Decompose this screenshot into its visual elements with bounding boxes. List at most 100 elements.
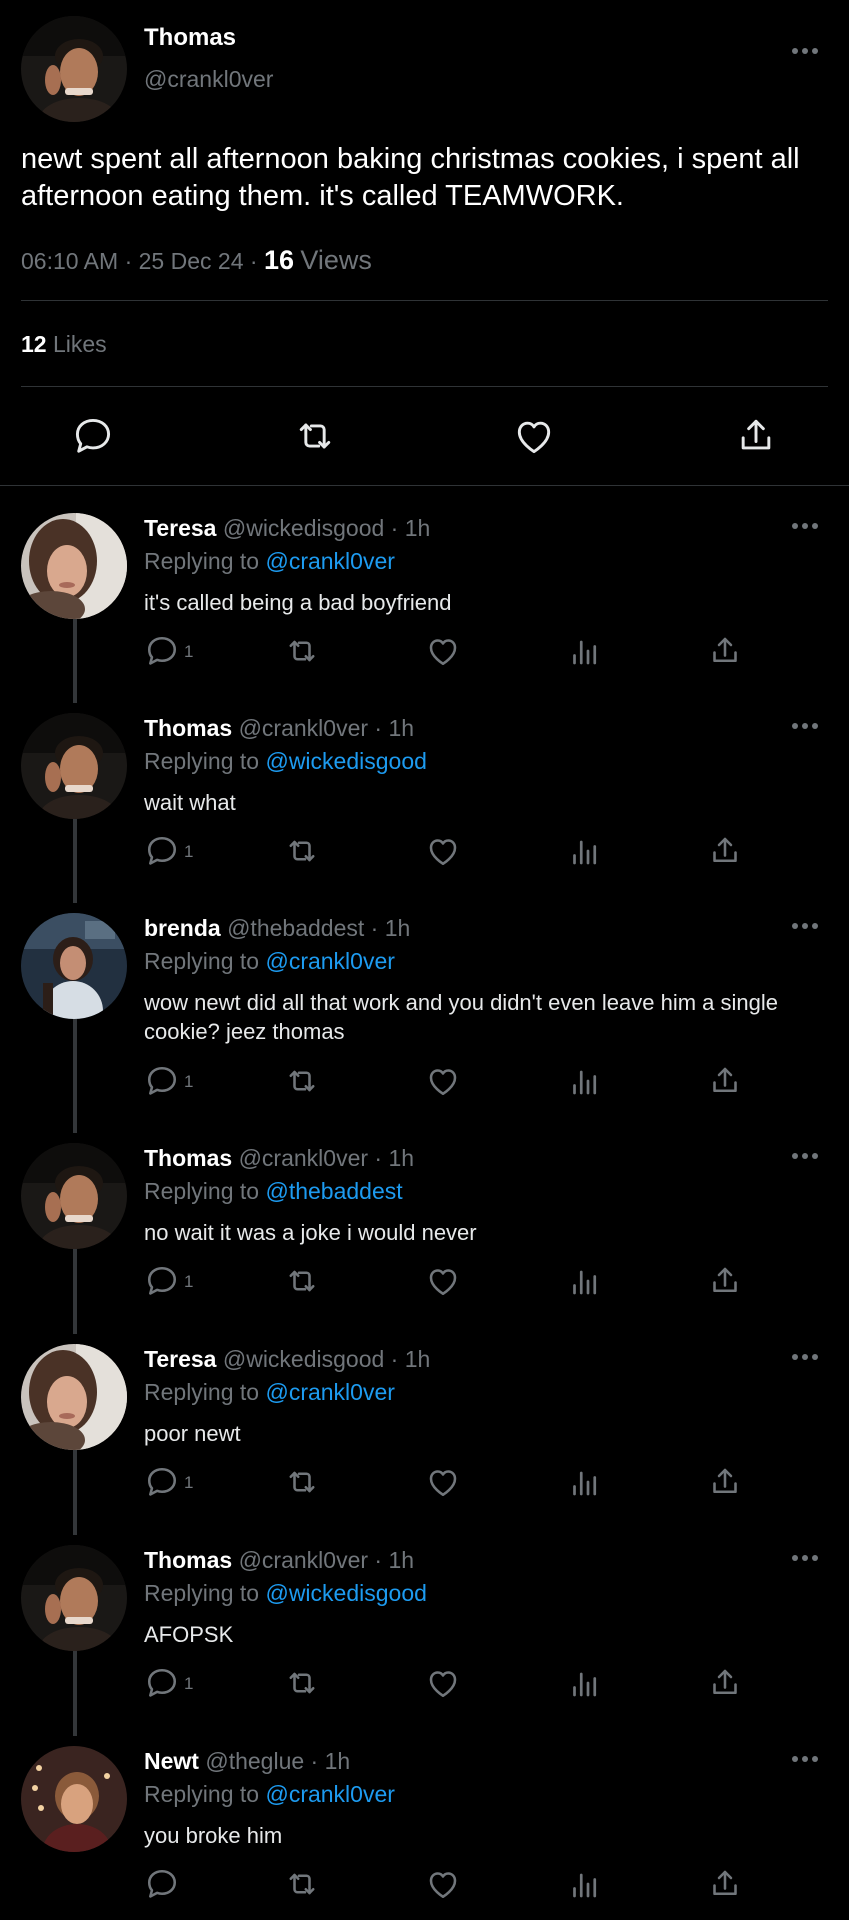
replying-to-mention[interactable]: @crankl0ver <box>265 548 394 574</box>
more-options-icon[interactable] <box>790 1151 820 1161</box>
reply-tweet[interactable]: Thomas @crankl0ver · 1h Replying to @theb… <box>0 1127 849 1334</box>
avatar[interactable] <box>21 1344 127 1450</box>
reply-author-handle[interactable]: @crankl0ver <box>239 715 368 741</box>
reply-tweet[interactable]: Teresa @wickedisgood · 1h Replying to @cr… <box>0 497 849 703</box>
replying-to-mention[interactable]: @crankl0ver <box>265 1781 394 1807</box>
reply-author-handle[interactable]: @wickedisgood <box>223 1346 384 1372</box>
reply-icon[interactable] <box>144 1866 180 1902</box>
share-icon[interactable] <box>707 1665 743 1701</box>
replying-to-label: Replying to <box>144 1379 260 1405</box>
more-options-icon[interactable] <box>790 721 820 731</box>
reply-time[interactable]: 1h <box>325 1748 351 1774</box>
avatar[interactable] <box>21 1545 127 1651</box>
reply-icon[interactable] <box>144 1063 180 1099</box>
author-name[interactable]: Thomas <box>144 24 236 52</box>
reply-icon[interactable] <box>144 1263 180 1299</box>
share-icon[interactable] <box>707 1464 743 1500</box>
more-options-icon[interactable] <box>790 521 820 531</box>
reply-text: poor newt <box>144 1421 241 1446</box>
like-icon[interactable] <box>425 1063 461 1099</box>
author-handle[interactable]: @crankl0ver <box>144 66 273 93</box>
avatar[interactable] <box>21 913 127 1019</box>
reply-time[interactable]: 1h <box>388 1145 414 1171</box>
like-icon[interactable] <box>425 833 461 869</box>
reply-author-handle[interactable]: @crankl0ver <box>239 1547 368 1573</box>
reply-time[interactable]: 1h <box>388 1547 414 1573</box>
more-options-icon[interactable] <box>790 1553 820 1563</box>
likes-link[interactable]: 12 Likes <box>21 331 107 358</box>
more-options-icon[interactable] <box>790 1754 820 1764</box>
share-icon[interactable] <box>707 1063 743 1099</box>
replying-to-mention[interactable]: @wickedisgood <box>265 1580 426 1606</box>
reply-author-name[interactable]: brenda <box>144 915 221 941</box>
share-icon[interactable] <box>707 1866 743 1902</box>
tweet-time: 06:10 AM <box>21 248 119 274</box>
like-icon[interactable] <box>425 1464 461 1500</box>
reply-author-handle[interactable]: @theglue <box>205 1748 304 1774</box>
like-icon[interactable] <box>512 414 556 458</box>
reply-icon[interactable] <box>144 1665 180 1701</box>
reply-author-handle[interactable]: @thebaddest <box>227 915 364 941</box>
more-options-icon[interactable] <box>790 1352 820 1362</box>
views-icon[interactable] <box>567 1063 603 1099</box>
reply-author-name[interactable]: Teresa <box>144 515 216 541</box>
reply-author-name[interactable]: Thomas <box>144 1145 232 1171</box>
separator-dot: · <box>368 1547 389 1573</box>
retweet-icon[interactable] <box>284 1263 320 1299</box>
like-icon[interactable] <box>425 1263 461 1299</box>
reply-author-name[interactable]: Thomas <box>144 1547 232 1573</box>
reply-tweet[interactable]: brenda @thebaddest · 1h Replying to @cran… <box>0 897 849 1133</box>
share-icon[interactable] <box>707 833 743 869</box>
more-options-icon[interactable] <box>790 46 820 56</box>
reply-icon[interactable] <box>144 633 180 669</box>
reply-tweet[interactable]: Thomas @crankl0ver · 1h Replying to @wick… <box>0 1529 849 1736</box>
retweet-icon[interactable] <box>284 633 320 669</box>
replying-to-mention[interactable]: @thebaddest <box>265 1178 402 1204</box>
reply-time[interactable]: 1h <box>385 915 411 941</box>
views-icon[interactable] <box>567 1665 603 1701</box>
reply-author-name[interactable]: Newt <box>144 1748 199 1774</box>
views-icon[interactable] <box>567 1866 603 1902</box>
reply-tweet[interactable]: Teresa @wickedisgood · 1h Replying to @cr… <box>0 1328 849 1535</box>
reply-icon[interactable] <box>144 1464 180 1500</box>
reply-time[interactable]: 1h <box>405 515 431 541</box>
views-icon[interactable] <box>567 833 603 869</box>
retweet-icon[interactable] <box>284 833 320 869</box>
retweet-icon[interactable] <box>284 1063 320 1099</box>
reply-header: Thomas @crankl0ver · 1h <box>144 1547 414 1574</box>
reply-tweet[interactable]: Thomas @crankl0ver · 1h Replying to @wick… <box>0 697 849 903</box>
reply-time[interactable]: 1h <box>405 1346 431 1372</box>
like-icon[interactable] <box>425 633 461 669</box>
replying-to-mention[interactable]: @crankl0ver <box>265 948 394 974</box>
share-icon[interactable] <box>734 414 778 458</box>
views-icon[interactable] <box>567 633 603 669</box>
reply-time[interactable]: 1h <box>388 715 414 741</box>
like-icon[interactable] <box>425 1866 461 1902</box>
views-icon[interactable] <box>567 1263 603 1299</box>
retweet-icon[interactable] <box>284 1665 320 1701</box>
retweet-icon[interactable] <box>284 1464 320 1500</box>
reply-author-name[interactable]: Teresa <box>144 1346 216 1372</box>
views-count: 16 <box>263 245 294 275</box>
reply-icon[interactable] <box>71 414 115 458</box>
reply-tweet[interactable]: Newt @theglue · 1h Replying to @crankl0ve… <box>0 1730 849 1920</box>
like-icon[interactable] <box>425 1665 461 1701</box>
reply-author-name[interactable]: Thomas <box>144 715 232 741</box>
views-icon[interactable] <box>567 1464 603 1500</box>
share-icon[interactable] <box>707 1263 743 1299</box>
replying-to-mention[interactable]: @wickedisgood <box>265 748 426 774</box>
reply-icon[interactable] <box>144 833 180 869</box>
reply-author-handle[interactable]: @wickedisgood <box>223 515 384 541</box>
avatar[interactable] <box>21 1143 127 1249</box>
avatar[interactable] <box>21 1746 127 1852</box>
reply-count: 1 <box>184 1072 194 1091</box>
retweet-icon[interactable] <box>284 1866 320 1902</box>
avatar[interactable] <box>21 513 127 619</box>
avatar[interactable] <box>21 16 127 122</box>
share-icon[interactable] <box>707 633 743 669</box>
avatar[interactable] <box>21 713 127 819</box>
more-options-icon[interactable] <box>790 921 820 931</box>
replying-to-mention[interactable]: @crankl0ver <box>265 1379 394 1405</box>
reply-author-handle[interactable]: @crankl0ver <box>239 1145 368 1171</box>
retweet-icon[interactable] <box>293 414 337 458</box>
